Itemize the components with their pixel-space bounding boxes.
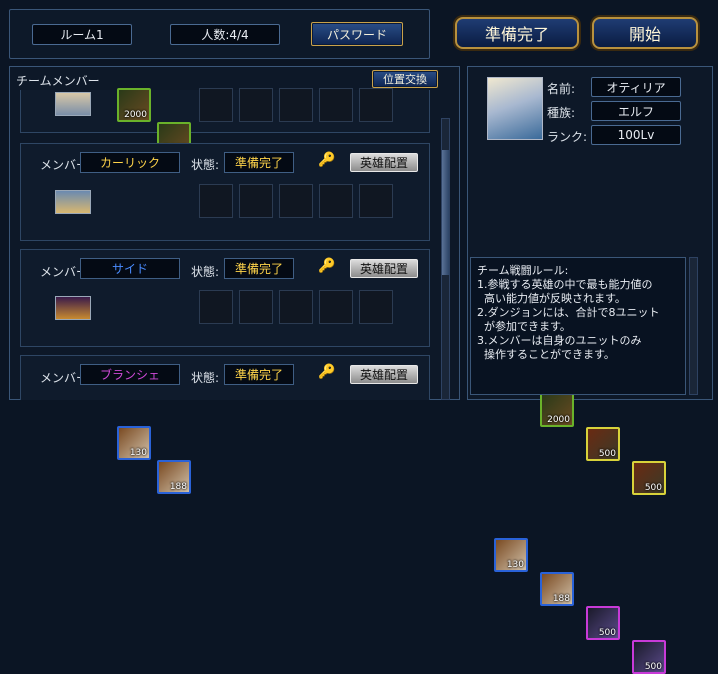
unit-slot[interactable]: 188 bbox=[157, 460, 191, 494]
hero-portrait bbox=[487, 77, 543, 140]
empty-unit-slot[interactable] bbox=[199, 184, 233, 218]
deploy-hero-button[interactable]: 英雄配置 bbox=[350, 153, 418, 172]
empty-unit-slot[interactable] bbox=[279, 290, 313, 324]
hero-unit[interactable]: 2000 bbox=[540, 393, 574, 427]
unit-slot[interactable]: 130 bbox=[117, 426, 151, 460]
empty-unit-slot[interactable] bbox=[359, 88, 393, 122]
key-icon: 🔑 bbox=[318, 364, 336, 380]
key-icon: 🔑 bbox=[318, 258, 336, 274]
member-portrait bbox=[55, 190, 91, 214]
deploy-hero-button[interactable]: 英雄配置 bbox=[350, 365, 418, 384]
members-scrollbar-thumb[interactable] bbox=[442, 150, 449, 275]
empty-unit-slot[interactable] bbox=[359, 184, 393, 218]
empty-unit-slot[interactable] bbox=[239, 290, 273, 324]
member-portrait bbox=[55, 296, 91, 320]
deploy-hero-button[interactable]: 英雄配置 bbox=[350, 259, 418, 278]
unit-slot[interactable]: 2000 bbox=[117, 88, 151, 122]
empty-unit-slot[interactable] bbox=[319, 290, 353, 324]
status-field: 準備完了 bbox=[224, 152, 294, 173]
member-name-field: カーリック bbox=[80, 152, 180, 173]
key-icon: 🔑 bbox=[318, 152, 336, 168]
hero-rank-label: ランク: bbox=[547, 130, 588, 144]
rules-line: 高い能力値が反映されます。 bbox=[477, 292, 626, 305]
member-portrait bbox=[55, 92, 91, 116]
hero-unit[interactable]: 500 bbox=[632, 640, 666, 674]
hero-unit[interactable]: 130 bbox=[494, 538, 528, 572]
status-label: 状態: bbox=[191, 371, 220, 385]
empty-unit-slot[interactable] bbox=[239, 184, 273, 218]
rules-scrollbar[interactable] bbox=[689, 257, 698, 395]
hero-name-label: 名前: bbox=[547, 82, 576, 96]
hero-race-field: エルフ bbox=[591, 101, 681, 121]
empty-unit-slot[interactable] bbox=[199, 88, 233, 122]
member-name-field: ブランシェ bbox=[80, 364, 180, 385]
team-battle-rules: チーム戦闘ルール: 1.参戦する英雄の中で最も能力値の 高い能力値が反映されます… bbox=[470, 257, 686, 395]
status-label: 状態: bbox=[191, 158, 220, 172]
status-field: 準備完了 bbox=[224, 258, 294, 279]
team-members-title: チームメンバー bbox=[16, 74, 100, 88]
hero-race-label: 種族: bbox=[547, 106, 576, 120]
hero-unit[interactable]: 188 bbox=[540, 572, 574, 606]
empty-unit-slot[interactable] bbox=[279, 88, 313, 122]
rules-line: 2.ダンジョンには、合計で8ユニット bbox=[477, 306, 660, 319]
hero-rank-field: 100Lv bbox=[591, 125, 681, 145]
empty-unit-slot[interactable] bbox=[359, 290, 393, 324]
rules-line: 1.参戦する英雄の中で最も能力値の bbox=[477, 278, 653, 291]
rules-title: チーム戦闘ルール: bbox=[477, 264, 569, 277]
member-name-field: サイド bbox=[80, 258, 180, 279]
hero-unit[interactable]: 500 bbox=[586, 427, 620, 461]
swap-position-button[interactable]: 位置交換 bbox=[372, 70, 438, 88]
empty-unit-slot[interactable] bbox=[319, 88, 353, 122]
rules-line: が参加できます。 bbox=[477, 320, 571, 333]
hero-unit[interactable]: 500 bbox=[632, 461, 666, 495]
status-field: 準備完了 bbox=[224, 364, 294, 385]
empty-unit-slot[interactable] bbox=[319, 184, 353, 218]
ready-button[interactable]: 準備完了 bbox=[455, 17, 579, 49]
password-button[interactable]: パスワード bbox=[311, 22, 403, 46]
start-button[interactable]: 開始 bbox=[592, 17, 698, 49]
empty-unit-slot[interactable] bbox=[239, 88, 273, 122]
player-count-field: 人数:4/4 bbox=[170, 24, 280, 45]
rules-line: 3.メンバーは自身のユニットのみ bbox=[477, 334, 642, 347]
empty-unit-slot[interactable] bbox=[279, 184, 313, 218]
hero-unit[interactable]: 500 bbox=[586, 606, 620, 640]
empty-unit-slot[interactable] bbox=[199, 290, 233, 324]
room-name-field: ルーム1 bbox=[32, 24, 132, 45]
status-label: 状態: bbox=[191, 265, 220, 279]
rules-line: 操作することができます。 bbox=[477, 348, 615, 361]
hero-name-field: オティリア bbox=[591, 77, 681, 97]
